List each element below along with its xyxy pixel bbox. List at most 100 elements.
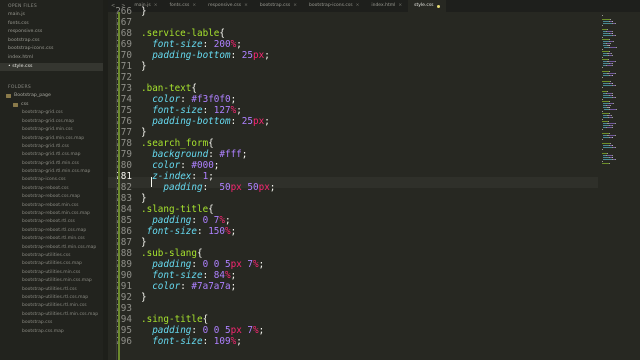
- minimap-mark: [610, 143, 612, 144]
- minimap-mark: [609, 43, 611, 44]
- minimap-mark: [602, 51, 610, 52]
- minimap-mark: [602, 161, 603, 162]
- file-tree-item[interactable]: bootstrap-utilities.rtl.min.css.map: [0, 311, 103, 319]
- code-token-val: 25: [241, 50, 253, 61]
- code-token-pun: [141, 182, 163, 193]
- line-number: 284: [115, 204, 132, 215]
- file-tree-item[interactable]: bootstrap-utilities.min.css: [0, 269, 103, 277]
- line-number: 289: [115, 259, 132, 270]
- minimap-mark: [602, 87, 603, 88]
- code-token-sel: .ban-text: [141, 83, 192, 94]
- open-file-item[interactable]: fonts.css: [0, 20, 103, 29]
- line-number: 292: [115, 292, 132, 303]
- open-file-item[interactable]: responsive.css: [0, 28, 103, 37]
- file-tree-item[interactable]: bootstrap-utilities.rtl.min.css: [0, 302, 103, 310]
- file-tree-item[interactable]: bootstrap-grid.rtl.css.map: [0, 151, 103, 159]
- code-token-pun: [141, 50, 152, 61]
- minimap-mark: [602, 19, 611, 20]
- open-file-item[interactable]: • style.css: [0, 62, 103, 72]
- file-tree-item[interactable]: bootstrap-utilities.css.map: [0, 260, 103, 268]
- file-tree-item[interactable]: bootstrap-grid.css.map: [0, 118, 103, 126]
- code-token-brace: }: [141, 61, 147, 72]
- line-number: 281: [115, 171, 132, 182]
- code-token-pun: :: [202, 336, 214, 347]
- minimap-mark: [611, 127, 613, 128]
- code-editor[interactable]: 266} 267 268 .service-lable{269 font-size: …: [108, 6, 598, 360]
- file-tree-item[interactable]: bootstrap-grid.rtl.css: [0, 143, 103, 151]
- minimap-mark: [602, 99, 603, 100]
- minimap-mark: [602, 57, 603, 58]
- code-text: font-size: 200%;: [141, 39, 242, 50]
- minimap-mark: [612, 157, 614, 158]
- file-tree-item[interactable]: bootstrap-reboot.css.map: [0, 193, 103, 201]
- code-token-pun: ;: [208, 171, 214, 182]
- minimap-mark: [611, 63, 613, 64]
- minimap-mark: [602, 139, 603, 140]
- code-token-unit: px: [230, 182, 242, 193]
- code-token-pun: :: [196, 226, 209, 237]
- open-file-item[interactable]: bootstrap.css: [0, 37, 103, 46]
- open-file-item[interactable]: main.js: [0, 11, 103, 20]
- file-tree-item[interactable]: bootstrap.css.map: [0, 328, 103, 336]
- file-tree-item[interactable]: bootstrap-grid.css: [0, 109, 103, 117]
- file-tree-item[interactable]: bootstrap-grid.rtl.min.css: [0, 160, 103, 168]
- root-folder[interactable]: Bootstrap_page: [0, 92, 103, 101]
- code-text: padding: 0 0 5px 7%;: [141, 325, 264, 336]
- file-tree-item[interactable]: bootstrap-utilities.css: [0, 252, 103, 260]
- code-token-val: #7a7a7a: [191, 281, 231, 292]
- code-token-brace: }: [141, 237, 147, 248]
- code-token-brace: {: [208, 204, 214, 215]
- open-file-item[interactable]: index.html: [0, 54, 103, 63]
- open-file-item[interactable]: bootstrap-icons.css: [0, 45, 103, 54]
- code-token-prop: padding: [152, 259, 192, 270]
- file-tree-item[interactable]: bootstrap-reboot.css: [0, 185, 103, 193]
- minimap-mark: [602, 25, 603, 26]
- minimap-mark: [609, 45, 611, 46]
- minimap[interactable]: [598, 12, 640, 360]
- code-text: color: #000;: [141, 160, 219, 171]
- file-tree-item[interactable]: bootstrap-icons.css: [0, 176, 103, 184]
- css-folder[interactable]: css: [0, 101, 103, 110]
- code-token-prop: color: [152, 281, 181, 292]
- code-token-prop: z-index: [152, 171, 192, 182]
- file-tree-item[interactable]: bootstrap-utilities.rtl.css: [0, 286, 103, 294]
- file-tree-item[interactable]: bootstrap-reboot.min.css: [0, 202, 103, 210]
- file-tree-item[interactable]: bootstrap-grid.min.css.map: [0, 135, 103, 143]
- code-token-unit: px: [252, 50, 265, 61]
- minimap-mark: [611, 155, 613, 156]
- code-token-val: 50: [219, 182, 231, 193]
- minimap-mark: [609, 105, 611, 106]
- file-tree-item[interactable]: bootstrap-reboot.rtl.min.css: [0, 235, 103, 243]
- code-token-unit: px: [230, 325, 242, 336]
- code-token-prop: padding-bottom: [152, 116, 231, 127]
- file-tree-item[interactable]: bootstrap-utilities.rtl.css.map: [0, 294, 103, 302]
- file-tree-item[interactable]: bootstrap-reboot.min.css.map: [0, 210, 103, 218]
- file-tree-item[interactable]: bootstrap-utilities.min.css.map: [0, 277, 103, 285]
- code-line: 267: [108, 17, 598, 28]
- minimap-mark: [614, 61, 616, 62]
- line-number: 280: [115, 160, 132, 171]
- code-text: .service-lable{: [141, 28, 225, 39]
- code-text: padding-bottom: 25px;: [141, 116, 270, 127]
- code-token-prop: font-size: [152, 39, 203, 50]
- file-tree-item[interactable]: bootstrap-grid.min.css: [0, 126, 103, 134]
- file-tree-item[interactable]: bootstrap-reboot.rtl.min.css.map: [0, 244, 103, 252]
- minimap-mark: [612, 103, 614, 104]
- code-line: 295 padding: 0 0 5px 7%;: [108, 325, 598, 336]
- line-number: 278: [115, 138, 132, 149]
- code-line: 288 .sub-slang{: [108, 248, 598, 259]
- minimap-mark: [612, 95, 614, 96]
- code-token-sel: .service-lable: [141, 28, 220, 39]
- code-token-val: #000: [191, 160, 214, 171]
- minimap-mark: [608, 121, 609, 122]
- file-tree-item[interactable]: bootstrap.css: [0, 319, 103, 327]
- code-token-pun: ;: [258, 259, 265, 270]
- code-text: .sing-title{: [141, 314, 208, 325]
- code-token-brace: {: [191, 83, 197, 94]
- minimap-mark: [611, 55, 613, 56]
- minimap-mark: [602, 111, 603, 112]
- file-tree-item[interactable]: bootstrap-reboot.rtl.css.map: [0, 227, 103, 235]
- file-tree-item[interactable]: bootstrap-grid.rtl.min.css.map: [0, 168, 103, 176]
- file-tree-item[interactable]: bootstrap-reboot.rtl.css: [0, 218, 103, 226]
- code-line: 280 color: #000;: [108, 160, 598, 171]
